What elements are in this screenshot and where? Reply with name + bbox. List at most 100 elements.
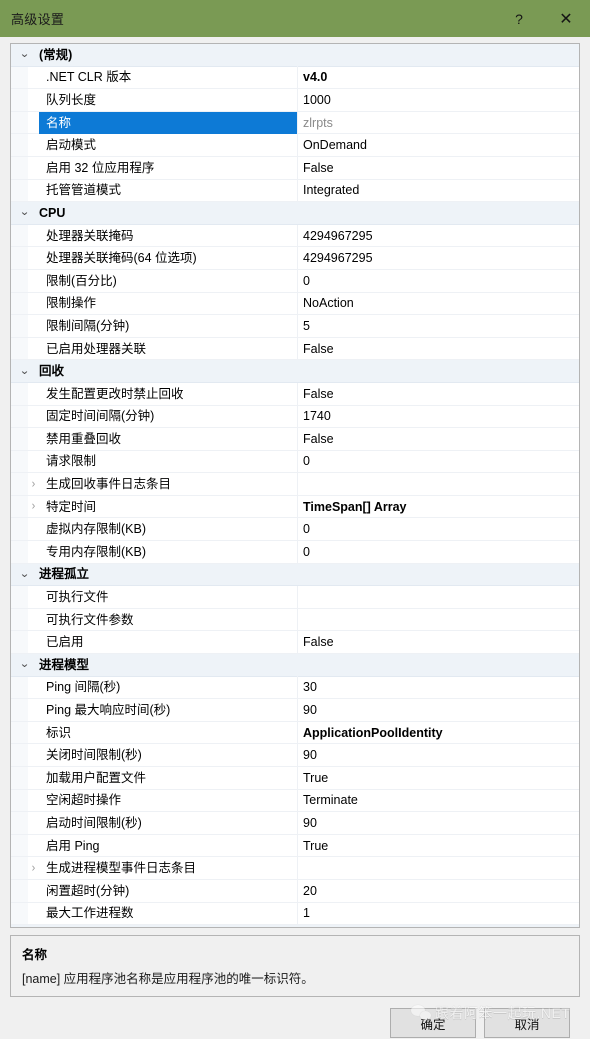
property-group-row[interactable]: ⌄ 回收 (11, 360, 579, 383)
property-row[interactable]: 处理器关联掩码(64 位选项) 4294967295 (11, 247, 579, 270)
property-row[interactable]: 发生配置更改时禁止回收 False (11, 382, 579, 406)
property-value[interactable]: OnDemand (298, 134, 579, 156)
description-title: 名称 (22, 948, 48, 962)
property-group-row[interactable]: ⌄快速故障防护 (11, 925, 579, 927)
property-label: 虚拟内存限制(KB) (39, 518, 298, 541)
property-value[interactable]: False (298, 631, 579, 653)
property-value[interactable]: ApplicationPoolIdentity (298, 722, 579, 744)
ok-button[interactable]: 确定 (390, 1008, 476, 1038)
property-label: 限制间隔(分钟) (39, 314, 298, 337)
property-row[interactable]: 请求限制 0 (11, 450, 579, 474)
property-value[interactable]: False (298, 338, 579, 360)
property-row[interactable]: 禁用重叠回收 False (11, 427, 579, 451)
property-value[interactable]: 5 (298, 315, 579, 337)
row-gutter (11, 269, 28, 292)
property-row[interactable]: Ping 最大响应时间(秒) 90 (11, 699, 579, 722)
property-value[interactable]: 1740 (298, 405, 579, 427)
property-label: Ping 最大响应时间(秒) (39, 699, 298, 722)
property-row[interactable]: 启动时间限制(秒) 90 (11, 811, 579, 835)
property-value[interactable]: 90 (298, 812, 579, 834)
property-group-row[interactable]: ⌄ 进程模型 (11, 654, 579, 677)
row-expander-empty (28, 767, 39, 789)
chevron-down-icon[interactable]: ⌄ (11, 360, 39, 382)
property-row[interactable]: .NET CLR 版本 v4.0 (11, 66, 579, 90)
chevron-right-icon[interactable]: › (28, 473, 39, 495)
chevron-down-icon[interactable]: ⌄ (11, 925, 39, 927)
property-value[interactable]: False (298, 157, 579, 179)
property-row[interactable]: 启动模式 OnDemand (11, 134, 579, 157)
property-grid[interactable]: ⌄ (常规) .NET CLR 版本 v4.0 队列长度 1000 名称 zlrpts 启动模式… (10, 43, 580, 928)
property-value[interactable]: 1000 (298, 89, 579, 111)
property-value[interactable]: TimeSpan[] Array (298, 496, 579, 518)
property-row[interactable]: › 特定时间 TimeSpan[] Array (11, 495, 579, 519)
property-label: 处理器关联掩码 (39, 224, 298, 247)
property-value[interactable]: zlrpts (298, 112, 579, 134)
property-row[interactable]: 已启用处理器关联 False (11, 337, 579, 361)
property-row[interactable]: 可执行文件 (11, 586, 579, 609)
property-value[interactable]: Terminate (298, 789, 579, 811)
property-row[interactable]: 限制操作 NoAction (11, 292, 579, 316)
property-group-label: CPU (39, 205, 66, 220)
property-value[interactable]: False (298, 383, 579, 405)
row-expander-empty (28, 744, 39, 766)
property-value[interactable]: 0 (298, 270, 579, 292)
property-value[interactable]: 4294967295 (298, 225, 579, 247)
row-expander-empty (28, 156, 39, 179)
property-value[interactable]: v4.0 (298, 66, 579, 88)
property-value[interactable]: 30 (298, 676, 579, 698)
property-row[interactable]: 加载用户配置文件 True (11, 766, 579, 790)
property-row[interactable]: Ping 间隔(秒) 30 (11, 676, 579, 700)
property-value[interactable]: 0 (298, 518, 579, 540)
property-value[interactable]: 4294967295 (298, 247, 579, 269)
property-row[interactable]: › 生成进程模型事件日志条目 (11, 857, 579, 880)
property-row[interactable]: 可执行文件参数 (11, 608, 579, 632)
property-row[interactable]: 空闲超时操作 Terminate (11, 789, 579, 813)
property-value[interactable]: True (298, 835, 579, 857)
property-row[interactable]: 限制(百分比) 0 (11, 269, 579, 293)
chevron-down-icon[interactable]: ⌄ (11, 202, 39, 224)
row-expander-empty (28, 518, 39, 541)
property-row[interactable]: 关闭时间限制(秒) 90 (11, 744, 579, 767)
property-group-row[interactable]: ⌄ CPU (11, 202, 579, 225)
property-value[interactable]: 20 (298, 880, 579, 902)
property-row[interactable]: 固定时间间隔(分钟) 1740 (11, 405, 579, 429)
property-value[interactable]: 90 (298, 744, 579, 766)
property-row[interactable]: 限制间隔(分钟) 5 (11, 314, 579, 338)
property-value[interactable]: 90 (298, 699, 579, 721)
property-row[interactable]: 闲置超时(分钟) 20 (11, 879, 579, 903)
row-expander-empty (28, 699, 39, 721)
property-row[interactable]: 启用 32 位应用程序 False (11, 156, 579, 180)
chevron-right-icon[interactable]: › (28, 495, 39, 518)
row-gutter (11, 156, 28, 179)
property-row[interactable]: 处理器关联掩码 4294967295 (11, 224, 579, 248)
property-value[interactable]: 0 (298, 450, 579, 472)
cancel-button[interactable]: 取消 (484, 1008, 570, 1038)
property-row[interactable]: 最大工作进程数 1 (11, 902, 579, 926)
property-row[interactable]: 队列长度 1000 (11, 88, 579, 112)
chevron-down-icon[interactable]: ⌄ (11, 654, 39, 676)
close-icon[interactable]: ✕ (542, 0, 590, 37)
property-row[interactable]: 名称 zlrpts (11, 111, 579, 135)
property-value[interactable]: 0 (298, 541, 579, 563)
property-row[interactable]: 托管管道模式 Integrated (11, 179, 579, 203)
help-icon[interactable]: ? (496, 0, 542, 37)
property-value[interactable]: True (298, 767, 579, 789)
chevron-right-icon[interactable]: › (28, 857, 39, 879)
property-row[interactable]: 虚拟内存限制(KB) 0 (11, 518, 579, 542)
property-value[interactable]: 1 (298, 902, 579, 924)
row-expander-empty (28, 541, 39, 563)
chevron-down-icon[interactable]: ⌄ (11, 563, 39, 586)
property-value[interactable]: Integrated (298, 179, 579, 201)
property-row[interactable]: 启用 Ping True (11, 834, 579, 858)
property-value[interactable]: False (298, 428, 579, 450)
property-label: 名称 (39, 111, 298, 134)
chevron-down-icon[interactable]: ⌄ (11, 44, 39, 66)
property-row[interactable]: 标识 ApplicationPoolIdentity (11, 721, 579, 745)
property-row[interactable]: 已启用 False (11, 631, 579, 655)
property-row[interactable]: 专用内存限制(KB) 0 (11, 540, 579, 564)
property-row[interactable]: › 生成回收事件日志条目 (11, 473, 579, 496)
property-value[interactable]: NoAction (298, 292, 579, 314)
property-group-row[interactable]: ⌄ (常规) (11, 44, 579, 67)
property-group-row[interactable]: ⌄ 进程孤立 (11, 563, 579, 587)
property-label: 启用 Ping (39, 834, 298, 857)
